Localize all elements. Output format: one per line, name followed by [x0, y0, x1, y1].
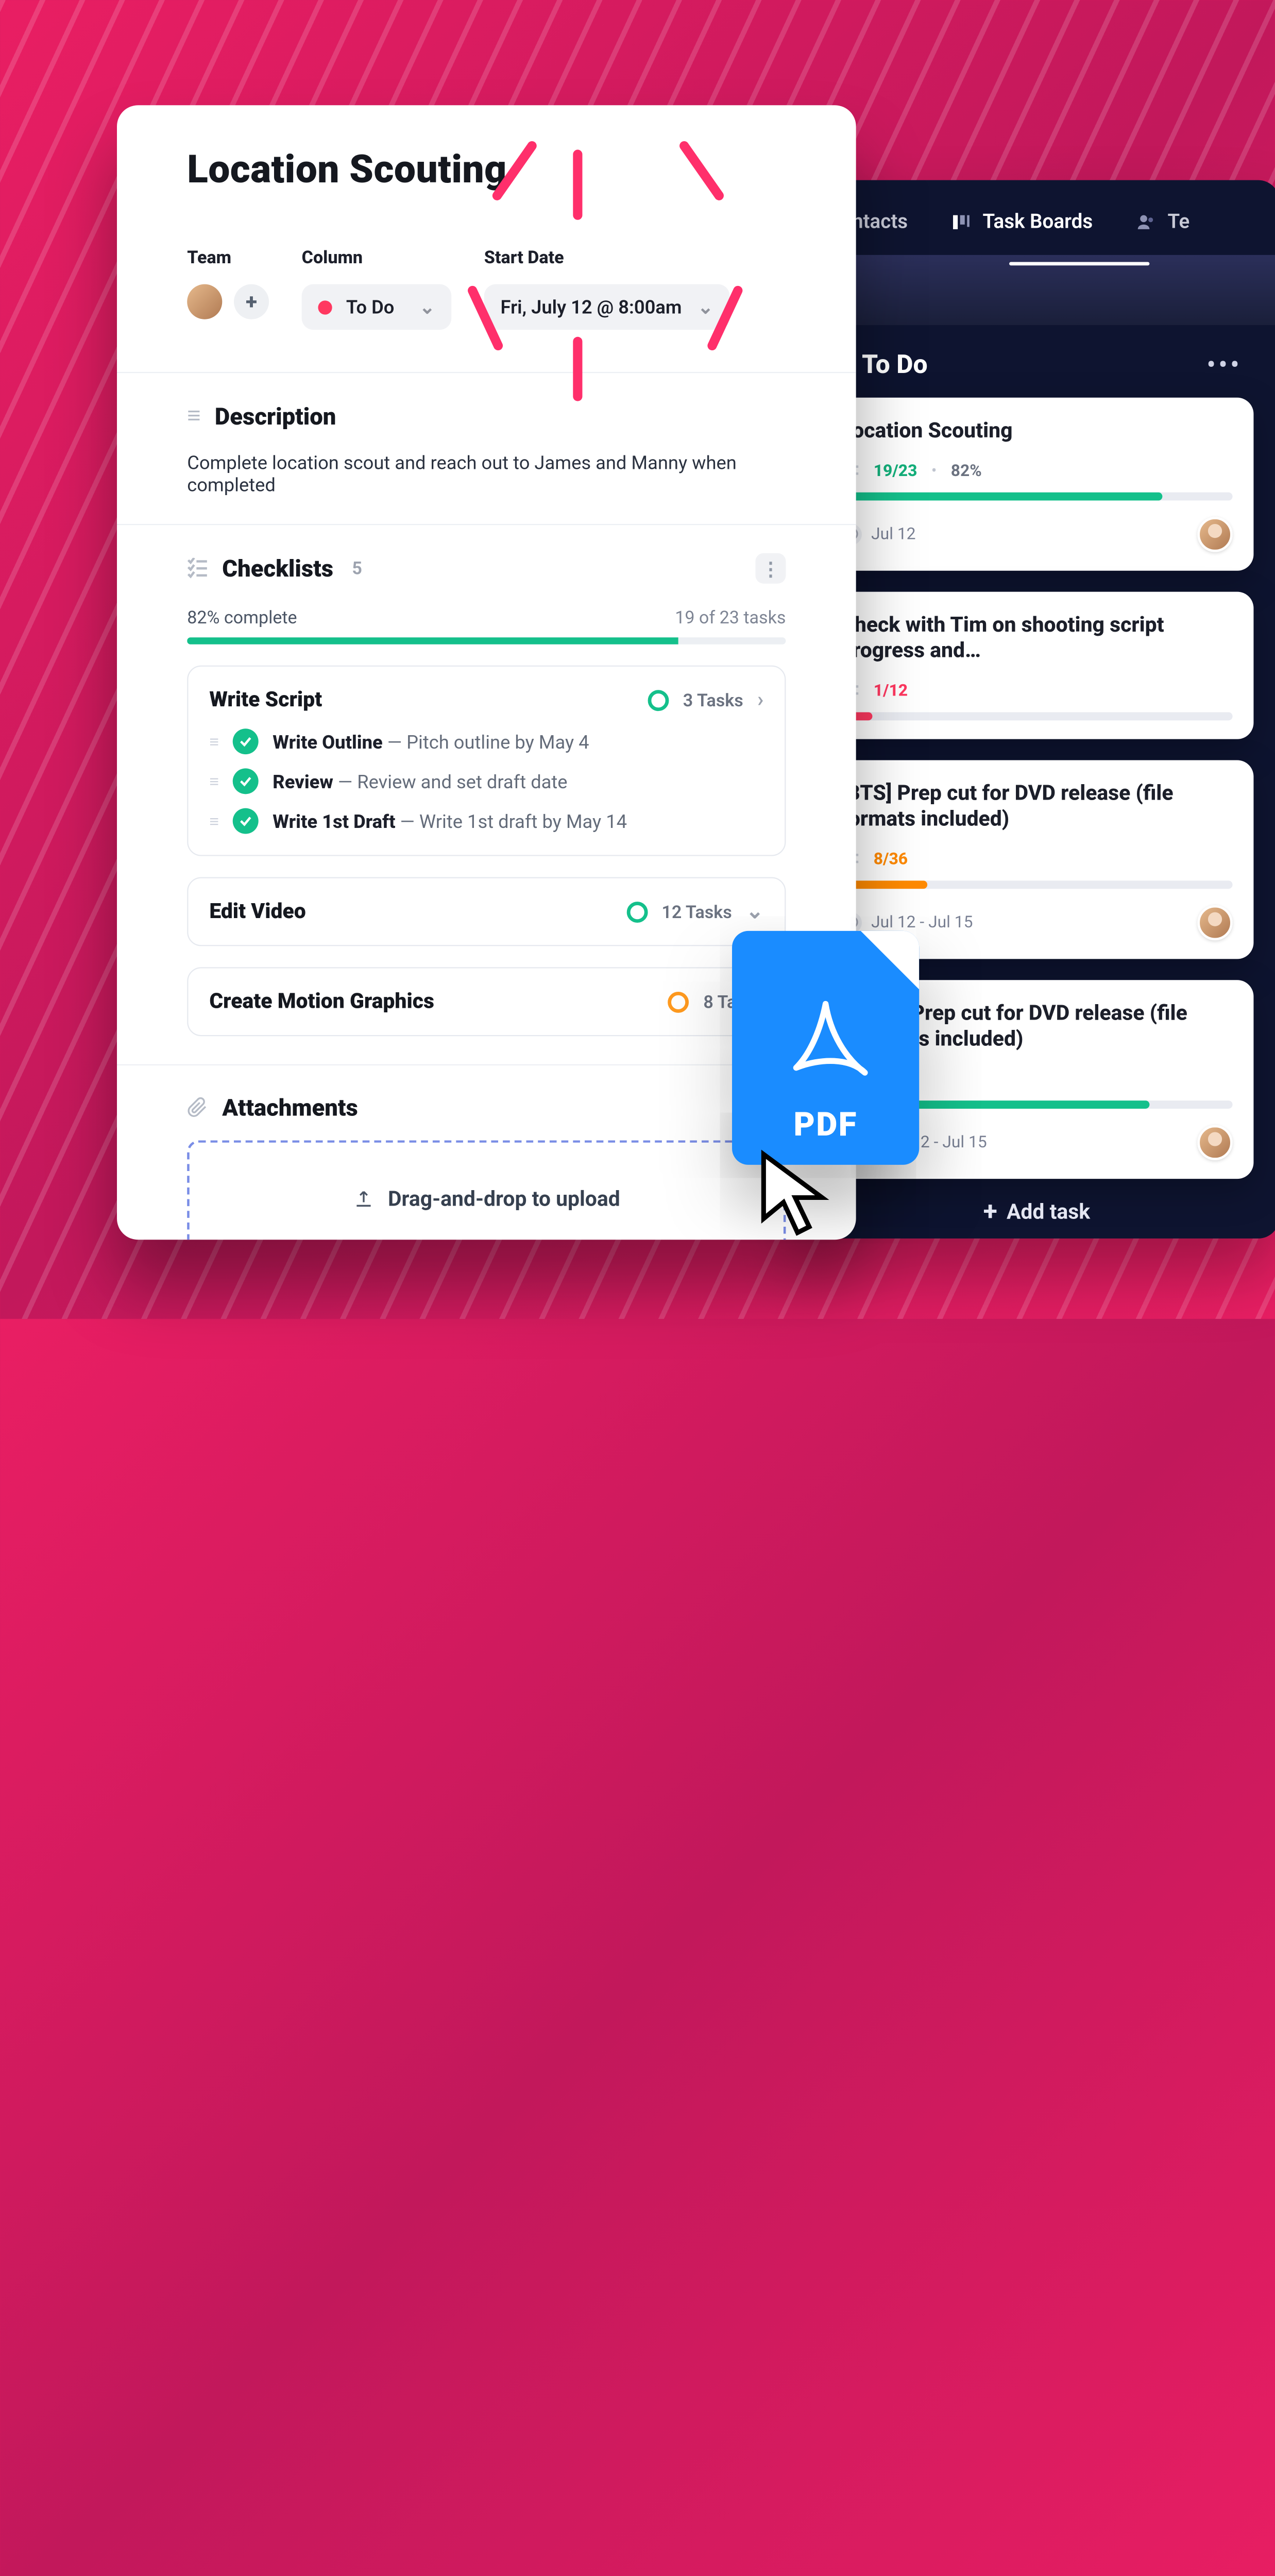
people-icon: [1137, 213, 1155, 231]
plus-icon: +: [983, 1199, 997, 1225]
assignee-avatar[interactable]: [1197, 516, 1232, 551]
attachments-heading: Attachments: [222, 1093, 358, 1121]
checklist-item[interactable]: ≡ Write 1st Draft — Write 1st draft by M…: [209, 808, 763, 834]
nav-team[interactable]: Te: [1137, 211, 1189, 234]
team-field: Team +: [187, 247, 269, 330]
task-card[interactable]: Location Scouting 19/23 • 82% Jul 12: [820, 398, 1253, 570]
check-complete-icon[interactable]: [233, 768, 259, 794]
column-label: Column: [302, 247, 452, 268]
checklist-group[interactable]: Create Motion Graphics 8 Tasks: [187, 967, 786, 1036]
nav-team-label: Te: [1167, 211, 1189, 234]
attachment-dropzone[interactable]: Drag-and-drop to upload: [187, 1140, 786, 1240]
board-nav: ontacts Task Boards Te: [794, 180, 1275, 255]
task-date: Jul 12 - Jul 15: [871, 913, 973, 931]
nav-underline: [1009, 262, 1149, 265]
checklist-item[interactable]: ≡ Write Outline — Pitch outline by May 4: [209, 728, 763, 754]
checklist-group-title: Edit Video: [209, 900, 305, 924]
checklists-icon: [187, 558, 208, 579]
check-complete-icon[interactable]: [233, 728, 259, 754]
page-fold-icon: [861, 931, 920, 990]
nav-task-boards-label: Task Boards: [982, 211, 1093, 234]
add-task-label: Add task: [1007, 1200, 1090, 1225]
drag-handle-icon[interactable]: ≡: [209, 732, 219, 752]
assignee-avatar[interactable]: [1197, 905, 1232, 940]
add-task-button[interactable]: + Add task: [815, 1178, 1258, 1239]
boards-icon: [952, 213, 971, 231]
item-detail: Write 1st draft by May 14: [419, 810, 627, 832]
task-title: Check with Tim on shooting script progre…: [841, 612, 1232, 665]
task-title: [BTS] Prep cut for DVD release (file for…: [841, 781, 1232, 833]
task-ratio: 8/36: [874, 850, 908, 868]
column-menu-button[interactable]: •••: [1206, 348, 1242, 381]
pdf-label: PDF: [794, 1105, 858, 1144]
start-date-value: Fri, July 12 @ 8:00am: [501, 296, 682, 318]
drag-handle-icon[interactable]: ≡: [209, 811, 219, 831]
checklist-group: Write Script 3 Tasks › ≡ Write Outline —…: [187, 666, 786, 856]
acrobat-icon: [732, 994, 919, 1093]
task-pct: 82%: [951, 462, 982, 480]
chevron-down-icon[interactable]: ⌄: [746, 900, 763, 924]
add-team-member-button[interactable]: +: [234, 284, 269, 319]
checklist-pct-label: 82% complete: [187, 607, 297, 628]
description-section: Description Complete location scout and …: [117, 372, 856, 524]
team-label: Team: [187, 247, 269, 268]
drag-handle-icon[interactable]: ≡: [209, 771, 219, 791]
upload-icon: [353, 1188, 374, 1209]
progress-fill: [841, 492, 1162, 500]
checklist-group-title: Write Script: [209, 688, 322, 713]
column-value: To Do: [346, 296, 394, 318]
progress-ring-icon: [668, 991, 689, 1012]
paperclip-icon: [187, 1097, 208, 1118]
cursor-icon: [758, 1148, 840, 1242]
item-title: Review: [273, 770, 333, 792]
task-title: Location Scouting: [187, 147, 786, 193]
assignee-avatar[interactable]: [1197, 1125, 1232, 1160]
nav-task-boards[interactable]: Task Boards: [952, 211, 1093, 234]
checklist-count-label: 19 of 23 tasks: [675, 607, 786, 628]
checklist-tasks-label: 3 Tasks: [683, 689, 743, 710]
progress-ring-icon: [648, 689, 669, 710]
task-date: Jul 12: [871, 524, 915, 543]
team-member-avatar[interactable]: [187, 284, 222, 319]
start-date-select[interactable]: Fri, July 12 @ 8:00am ⌄: [484, 284, 730, 330]
progress-ring-icon: [626, 901, 648, 922]
task-title: Location Scouting: [841, 419, 1232, 445]
checklist-tasks-label: 12 Tasks: [661, 901, 732, 922]
task-card[interactable]: Check with Tim on shooting script progre…: [820, 591, 1253, 738]
item-detail: Review and set draft date: [357, 770, 567, 792]
start-date-label: Start Date: [484, 247, 730, 268]
task-ratio: 1/12: [874, 681, 908, 700]
description-heading: Description: [215, 402, 336, 430]
task-ratio: 19/23: [874, 462, 917, 480]
item-title: Write Outline: [273, 731, 382, 753]
chevron-down-icon: ⌄: [419, 296, 435, 318]
column-field: Column To Do ⌄: [302, 247, 452, 330]
description-icon: [187, 401, 200, 431]
checklists-count: 5: [352, 558, 362, 579]
item-title: Write 1st Draft: [273, 810, 395, 832]
checklist-progress-bar: [187, 637, 786, 645]
checklists-heading: Checklists: [222, 554, 333, 582]
chevron-down-icon: ⌄: [698, 296, 713, 318]
checklist-group[interactable]: Edit Video 12 Tasks ⌄: [187, 877, 786, 946]
pdf-file-drag[interactable]: PDF: [732, 931, 919, 1165]
checklist-menu-button[interactable]: ⋮: [755, 553, 786, 584]
status-dot-icon: [318, 300, 332, 314]
item-detail: Pitch outline by May 4: [406, 731, 589, 753]
checklist-item[interactable]: ≡ Review — Review and set draft date: [209, 768, 763, 794]
dropzone-label: Drag-and-drop to upload: [388, 1187, 620, 1211]
checklist-group-title: Create Motion Graphics: [209, 989, 434, 1014]
column-title: To Do: [862, 350, 928, 380]
check-complete-icon[interactable]: [233, 808, 259, 834]
description-text[interactable]: Complete location scout and reach out to…: [187, 451, 786, 496]
start-date-field: Start Date Fri, July 12 @ 8:00am ⌄: [484, 247, 730, 330]
task-card[interactable]: [BTS] Prep cut for DVD release (file for…: [820, 759, 1253, 958]
chevron-right-icon[interactable]: ›: [757, 688, 763, 713]
column-select[interactable]: To Do ⌄: [302, 284, 452, 330]
